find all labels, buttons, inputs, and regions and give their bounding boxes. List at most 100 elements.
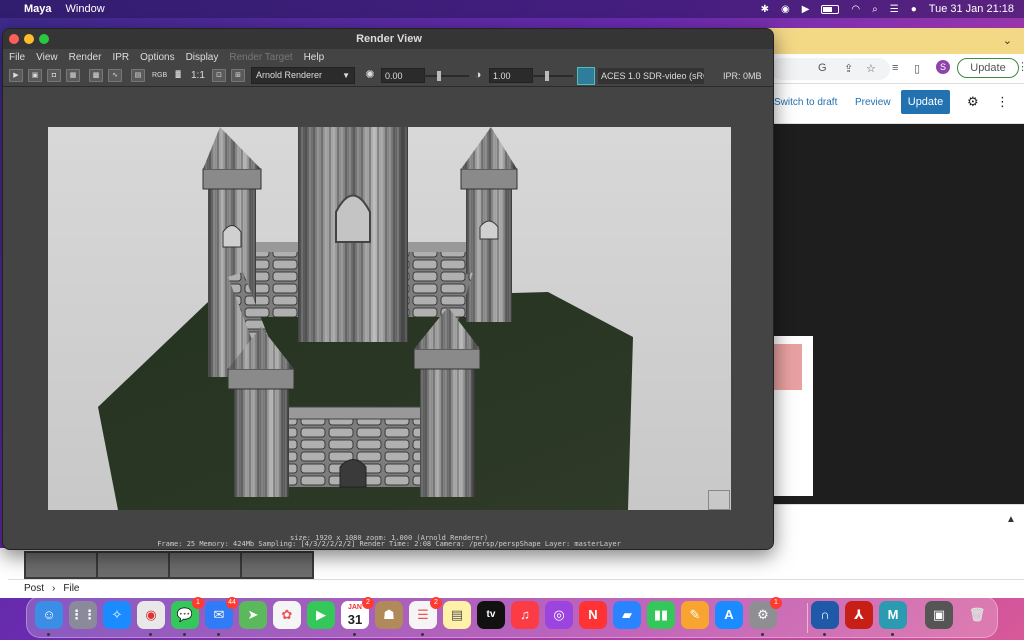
- menu-ipr[interactable]: IPR: [112, 52, 129, 63]
- ipr-render-icon[interactable]: ▩: [89, 69, 103, 82]
- minimize-window-button[interactable]: [24, 34, 34, 44]
- maps-icon[interactable]: ➤: [239, 601, 267, 629]
- apple-tv-icon[interactable]: tv: [477, 601, 505, 629]
- google-icon[interactable]: G: [818, 62, 827, 74]
- menu-display[interactable]: Display: [186, 52, 219, 63]
- podcasts-icon[interactable]: ◎: [545, 601, 573, 629]
- color-management-icon[interactable]: [577, 67, 595, 85]
- bookmark-star-icon[interactable]: ☆: [866, 62, 876, 75]
- refresh-ipr-icon[interactable]: ∿: [108, 69, 122, 82]
- switch-to-draft-link[interactable]: Switch to draft: [774, 97, 837, 108]
- status-area: ✱ ◉ ▶ ◠ ⌕ ☰ ● Tue 31 Jan 21:18: [761, 3, 1014, 15]
- search-icon[interactable]: ⌕: [872, 4, 878, 15]
- keynote-icon[interactable]: ▰: [613, 601, 641, 629]
- gamma-slider[interactable]: [517, 71, 573, 81]
- close-window-button[interactable]: [9, 34, 19, 44]
- redo-render-icon[interactable]: ▶: [9, 69, 23, 82]
- gamma-icon[interactable]: ◑: [471, 69, 485, 82]
- caret-up-icon[interactable]: ▲: [1006, 514, 1016, 525]
- zoom-window-button[interactable]: [39, 34, 49, 44]
- render-view-toolbar: ▶ ▣ ◘ ▦ ▩ ∿ ▤ RGB ▓ 1:1 ⊡ ⊞ Arnold Rende…: [3, 65, 773, 87]
- wifi-icon[interactable]: ◠: [851, 4, 860, 15]
- exposure-slider-handle[interactable]: [437, 71, 441, 81]
- arc-autodesk-icon[interactable]: ∩: [811, 601, 839, 629]
- thumbnail[interactable]: [98, 553, 168, 577]
- photos-icon[interactable]: ✿: [273, 601, 301, 629]
- thumbnail[interactable]: [242, 553, 312, 577]
- app-store-icon[interactable]: A: [715, 601, 743, 629]
- menu-view[interactable]: View: [36, 52, 58, 63]
- running-indicator: [353, 633, 356, 636]
- preview-link[interactable]: Preview: [855, 97, 891, 108]
- menu-file[interactable]: File: [9, 52, 25, 63]
- launchpad-icon[interactable]: ⋮⋮: [69, 601, 97, 629]
- thumbnail[interactable]: [26, 553, 96, 577]
- frame-image-icon[interactable]: ⊡: [212, 69, 226, 82]
- reminders-icon[interactable]: ☰ 2: [409, 597, 442, 629]
- control-center-icon[interactable]: ☰: [890, 4, 899, 15]
- menu-app-name[interactable]: Maya: [24, 3, 52, 15]
- numbers-icon[interactable]: ▮▮: [647, 601, 675, 629]
- menu-options[interactable]: Options: [140, 52, 174, 63]
- real-size-button[interactable]: 1:1: [191, 70, 205, 81]
- sidebar-icon[interactable]: ▯: [914, 62, 920, 75]
- apple-tv-label: tv: [486, 609, 496, 620]
- news-icon[interactable]: N: [579, 601, 607, 629]
- save-image-icon[interactable]: ▣: [28, 69, 42, 82]
- reading-list-icon[interactable]: ≡: [892, 62, 898, 74]
- date-time[interactable]: Tue 31 Jan 21:18: [929, 3, 1014, 15]
- exposure-slider[interactable]: [409, 71, 469, 81]
- more-options-icon[interactable]: ⋮: [996, 94, 1009, 110]
- render-view-canvas[interactable]: [3, 87, 773, 539]
- share-icon[interactable]: ⇪: [844, 62, 853, 75]
- contacts-icon[interactable]: ☗: [375, 601, 403, 629]
- mail-icon[interactable]: ✉ 44: [205, 597, 238, 629]
- music-icon[interactable]: ♫: [511, 601, 539, 629]
- view-transform-field[interactable]: ACES 1.0 SDR-video (sRGB: [598, 68, 704, 84]
- alpha-channel-icon[interactable]: ▓: [171, 69, 185, 82]
- safari-icon[interactable]: ✧: [103, 601, 131, 629]
- notes-icon[interactable]: ▤: [443, 601, 471, 629]
- bluetooth-icon[interactable]: ✱: [761, 4, 769, 15]
- play-icon[interactable]: ▶: [802, 4, 810, 15]
- menu-help[interactable]: Help: [304, 52, 325, 63]
- breadcrumb-file[interactable]: File: [63, 583, 79, 594]
- trash-icon[interactable]: 🗑: [963, 601, 991, 629]
- settings-gear-icon[interactable]: ⚙: [967, 94, 979, 110]
- messages-icon[interactable]: 💬 1: [171, 597, 204, 629]
- keep-image-icon[interactable]: ▤: [131, 69, 145, 82]
- calendar-icon[interactable]: JAN 31 2: [341, 597, 374, 629]
- rgb-channel-button[interactable]: RGB: [152, 72, 167, 79]
- recent-window-thumbnail[interactable]: ▣: [925, 601, 953, 629]
- render-view-window: Render View File View Render IPR Options…: [2, 28, 774, 550]
- system-settings-icon[interactable]: ⚙ 1: [749, 597, 782, 629]
- running-indicator: [183, 633, 186, 636]
- snapshot-icon[interactable]: ◘: [47, 69, 61, 82]
- acrobat-icon[interactable]: ⅄: [845, 601, 873, 629]
- wp-update-button[interactable]: Update: [901, 90, 950, 114]
- exposure-icon[interactable]: ✺: [363, 69, 377, 82]
- frame-region-icon[interactable]: ⊞: [231, 69, 245, 82]
- menu-render[interactable]: Render: [69, 52, 102, 63]
- profile-avatar[interactable]: S: [936, 60, 950, 74]
- gamma-slider-handle[interactable]: [545, 71, 549, 81]
- maya-icon[interactable]: M: [879, 601, 907, 629]
- battery-icon[interactable]: [821, 4, 840, 14]
- reminders-badge: 2: [430, 597, 442, 609]
- render-region-icon[interactable]: ▦: [66, 69, 80, 82]
- chrome-icon[interactable]: ◉: [137, 601, 165, 629]
- breadcrumb-post[interactable]: Post: [24, 583, 44, 594]
- finder-icon[interactable]: ☺: [35, 601, 63, 629]
- thumbnail[interactable]: [170, 553, 240, 577]
- menu-window[interactable]: Window: [66, 3, 105, 15]
- render-view-menu-bar: File View Render IPR Options Display Ren…: [3, 49, 773, 65]
- browser-menu-icon[interactable]: ⋮: [1017, 60, 1024, 73]
- siri-icon[interactable]: ●: [911, 4, 917, 15]
- browser-update-button[interactable]: Update: [957, 58, 1019, 78]
- chevron-down-icon[interactable]: ⌄: [1003, 34, 1012, 47]
- pages-icon[interactable]: ✎: [681, 601, 709, 629]
- calendar-day: 31: [347, 612, 363, 627]
- renderer-dropdown[interactable]: Arnold Renderer ▼: [251, 67, 355, 84]
- facetime-icon[interactable]: ▶: [307, 601, 335, 629]
- user-icon[interactable]: ◉: [781, 4, 790, 15]
